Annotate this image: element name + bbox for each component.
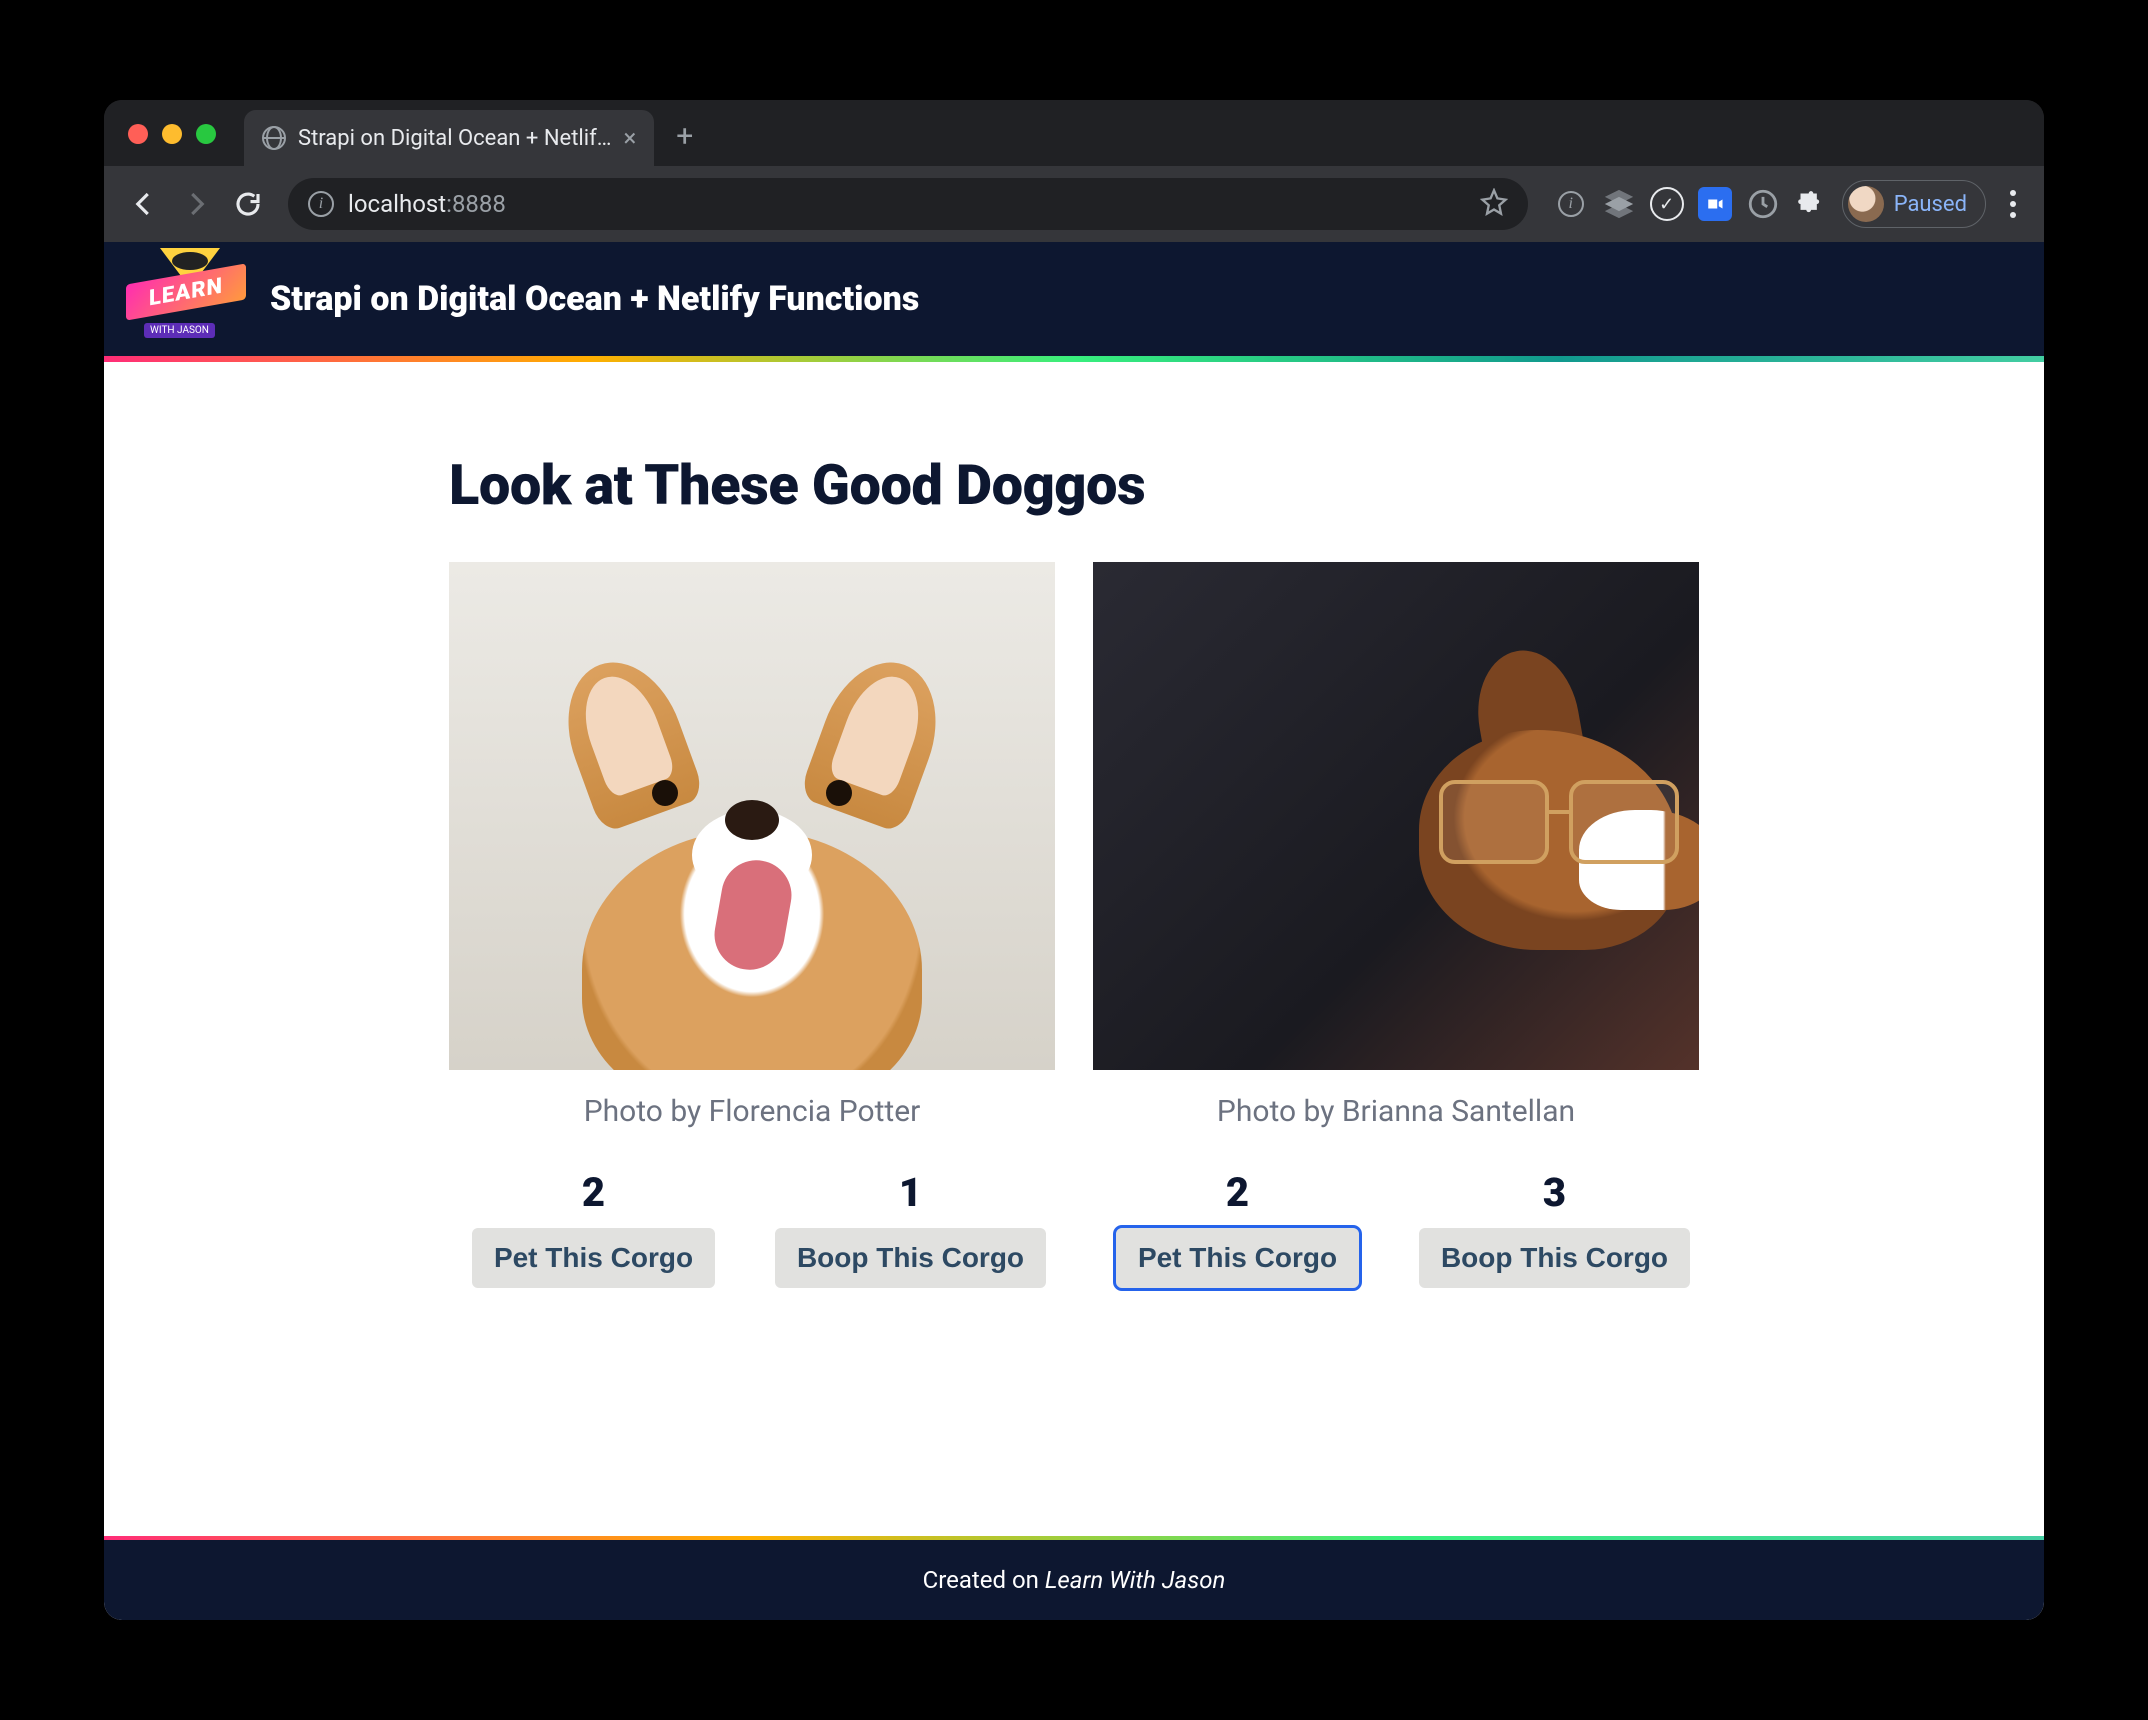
close-window-icon[interactable]: [128, 124, 148, 144]
tab-strip: Strapi on Digital Ocean + Netlif… × +: [104, 100, 2044, 166]
page-title: Strapi on Digital Ocean + Netlify Functi…: [270, 279, 919, 319]
pet-count: 2: [1226, 1169, 1249, 1216]
pet-button[interactable]: Pet This Corgo: [1116, 1228, 1359, 1288]
footer-prefix: Created on: [923, 1566, 1045, 1594]
close-tab-icon[interactable]: ×: [623, 124, 636, 152]
url-host: localhost: [348, 190, 446, 218]
check-ext-icon[interactable]: ✓: [1650, 187, 1684, 221]
minimize-window-icon[interactable]: [162, 124, 182, 144]
browser-tab[interactable]: Strapi on Digital Ocean + Netlif… ×: [244, 110, 654, 166]
photo-credit: Photo by Brianna Santellan: [1093, 1094, 1699, 1129]
pet-count: 2: [582, 1169, 605, 1216]
main-content: Look at These Good Doggos Photo by Flore…: [104, 362, 2044, 1536]
boop-count: 1: [899, 1169, 922, 1216]
doggo-photo: [1093, 562, 1699, 1070]
tab-title: Strapi on Digital Ocean + Netlif…: [298, 126, 611, 151]
card-actions: 2 Pet This Corgo 3 Boop This Corgo: [1093, 1169, 1699, 1288]
doggo-photo: [449, 562, 1055, 1070]
browser-menu-button[interactable]: [2000, 190, 2026, 218]
page: LEARN WITH JASON Strapi on Digital Ocean…: [104, 242, 2044, 1620]
browser-toolbar: i localhost:8888 i ✓: [104, 166, 2044, 242]
logo-text: LEARN: [149, 273, 223, 311]
profile-button[interactable]: Paused: [1842, 180, 1986, 228]
url-text: localhost:8888: [348, 190, 506, 218]
url-port: :8888: [446, 190, 506, 218]
card-grid: Photo by Florencia Potter 2 Pet This Cor…: [449, 562, 1699, 1288]
info-ext-icon[interactable]: i: [1554, 187, 1588, 221]
boop-button[interactable]: Boop This Corgo: [1419, 1228, 1690, 1288]
main-heading: Look at These Good Doggos: [449, 452, 1699, 518]
boop-action: 3 Boop This Corgo: [1410, 1169, 1699, 1288]
boop-button[interactable]: Boop This Corgo: [775, 1228, 1046, 1288]
pet-button[interactable]: Pet This Corgo: [472, 1228, 715, 1288]
card-actions: 2 Pet This Corgo 1 Boop This Corgo: [449, 1169, 1055, 1288]
site-header: LEARN WITH JASON Strapi on Digital Ocean…: [104, 242, 2044, 362]
doggo-card: Photo by Brianna Santellan 2 Pet This Co…: [1093, 562, 1699, 1288]
globe-icon: [262, 126, 286, 150]
forward-button[interactable]: [174, 182, 218, 226]
doggo-card: Photo by Florencia Potter 2 Pet This Cor…: [449, 562, 1055, 1288]
address-bar[interactable]: i localhost:8888: [288, 178, 1528, 230]
extensions-icon[interactable]: [1794, 187, 1828, 221]
profile-status: Paused: [1894, 192, 1967, 217]
back-button[interactable]: [122, 182, 166, 226]
pet-action: 2 Pet This Corgo: [449, 1169, 738, 1288]
photo-credit: Photo by Florencia Potter: [449, 1094, 1055, 1129]
reload-button[interactable]: [226, 182, 270, 226]
logo-subtext: WITH JASON: [144, 323, 215, 338]
buffer-ext-icon[interactable]: [1602, 187, 1636, 221]
boop-action: 1 Boop This Corgo: [766, 1169, 1055, 1288]
browser-window: Strapi on Digital Ocean + Netlif… × + i …: [104, 100, 2044, 1620]
pet-action: 2 Pet This Corgo: [1093, 1169, 1382, 1288]
window-controls: [128, 124, 216, 144]
maximize-window-icon[interactable]: [196, 124, 216, 144]
extension-icons: i ✓ Paused: [1554, 180, 2026, 228]
site-logo[interactable]: LEARN WITH JASON: [132, 256, 242, 342]
new-tab-button[interactable]: +: [676, 119, 693, 154]
avatar-icon: [1848, 186, 1884, 222]
site-info-icon[interactable]: i: [308, 191, 334, 217]
boop-count: 3: [1543, 1169, 1566, 1216]
site-footer: Created on Learn With Jason: [104, 1536, 2044, 1620]
bookmark-icon[interactable]: [1480, 188, 1508, 220]
video-ext-icon[interactable]: [1698, 187, 1732, 221]
clock-ext-icon[interactable]: [1746, 187, 1780, 221]
footer-link[interactable]: Learn With Jason: [1045, 1566, 1225, 1594]
